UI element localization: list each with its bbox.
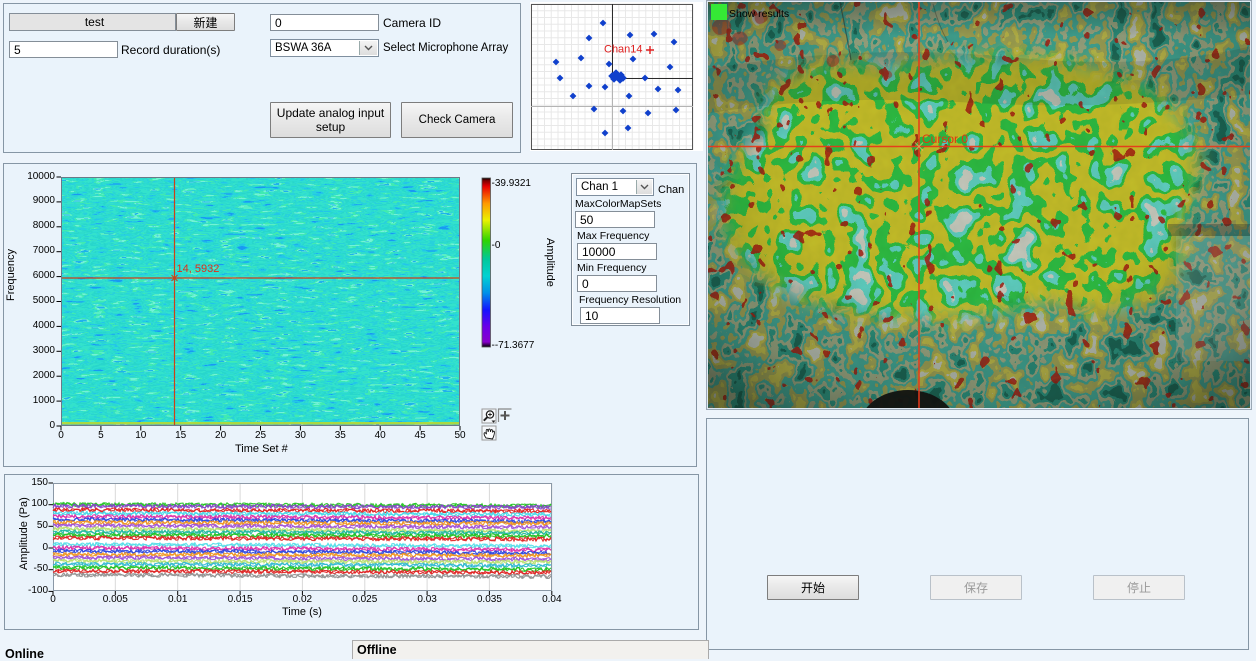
svg-text:14, 5932: 14, 5932 xyxy=(177,263,220,275)
svg-text:Cursor 0: Cursor 0 xyxy=(922,132,968,146)
